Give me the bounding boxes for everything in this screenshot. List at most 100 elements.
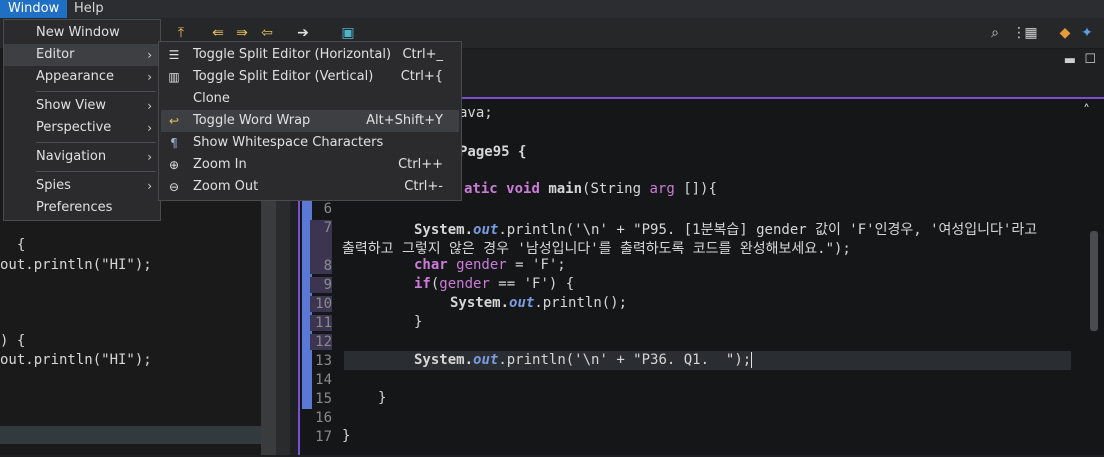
menu-item-toggle-split-horizontal[interactable]: ☰ Toggle Split Editor (Horizontal) Ctrl+… — [161, 44, 459, 66]
line-number: 8 — [310, 258, 332, 274]
code-fragment: Page95 { — [459, 144, 527, 160]
menu-item-show-view[interactable]: Show View › — [4, 95, 160, 117]
menubar: Window Help — [0, 0, 1104, 18]
maximize-icon[interactable]: ☐ — [1084, 52, 1096, 67]
code-line-15: } — [378, 390, 387, 406]
word-wrap-icon: ↩ — [168, 114, 180, 128]
back-icon[interactable]: ⇦ — [258, 24, 276, 42]
code-token: char — [414, 257, 448, 273]
zoom-in-icon: ⊕ — [168, 158, 180, 172]
menu-help[interactable]: Help — [66, 0, 112, 18]
code-token: (String — [582, 181, 650, 197]
code-line: { — [0, 237, 26, 253]
open-perspective-icon[interactable]: ▦ — [1022, 24, 1040, 42]
menu-item-label: Spies — [36, 178, 71, 193]
forward-icon[interactable]: ➔ — [294, 24, 312, 42]
menu-item-appearance[interactable]: Appearance › — [4, 66, 160, 88]
code-token: .println('\n' + "P95. [1분복습] gender 값이 '… — [498, 222, 1038, 238]
code-token: out — [509, 295, 535, 311]
code-line-13: System.out.println('\n' + "P36. Q1. ");​ — [414, 352, 753, 368]
text-cursor: ​ — [751, 352, 753, 368]
menu-item-shortcut: Ctrl+{ — [400, 69, 443, 84]
menu-item-shortcut: Ctrl+_ — [402, 47, 443, 62]
editor-submenu: ☰ Toggle Split Editor (Horizontal) Ctrl+… — [158, 41, 462, 201]
toolbar-nav-icon[interactable]: ⤒ — [172, 24, 190, 42]
menu-item-label: Zoom Out — [193, 179, 259, 194]
code-line: out.println("HI"); — [0, 352, 152, 368]
code-fragment: ava; — [459, 105, 493, 121]
minimize-icon[interactable]: ▬ — [1064, 53, 1076, 68]
code-token: == 'F') { — [489, 276, 575, 292]
menu-item-label: Toggle Split Editor (Horizontal) — [193, 47, 392, 62]
menu-item-zoom-in[interactable]: ⊕ Zoom In Ctrl++ — [161, 154, 459, 176]
line-number: 10 — [310, 296, 332, 312]
code-line-7: System.out.println('\n' + "P95. [1분복습] g… — [414, 219, 1037, 239]
back-annotation-icon[interactable]: ⇚ — [209, 24, 227, 42]
line-number: 16 — [315, 410, 332, 426]
pilcrow-icon: ¶ — [170, 136, 178, 150]
menu-item-label: New Window — [36, 25, 120, 40]
java-ee-perspective-icon[interactable]: ◆ — [1056, 24, 1074, 42]
line-number: 12 — [310, 334, 332, 350]
code-token: gender — [439, 276, 490, 292]
menu-item-shortcut: Alt+Shift+Y — [366, 113, 443, 128]
debug-perspective-icon[interactable]: ✦ — [1078, 24, 1096, 42]
menu-item-editor[interactable]: Editor › — [4, 44, 160, 66]
code-token: System. — [414, 222, 474, 238]
code-token: main — [548, 181, 583, 197]
menu-item-label: Appearance — [36, 69, 115, 84]
code-token: System. — [450, 295, 510, 311]
code-line-7-wrap: 출력하고 그렇지 않은 경우 '남성입니다'를 출력하도록 코드를 완성해보세요… — [342, 241, 851, 257]
menu-item-show-whitespace[interactable]: ¶ Show Whitespace Characters — [161, 132, 459, 154]
code-line-10: System.out.println(); — [450, 295, 627, 311]
code-line-17: } — [342, 428, 351, 444]
menu-item-label: Show View — [36, 98, 107, 113]
new-task-icon[interactable]: ▣ — [339, 24, 357, 42]
menu-window[interactable]: Window — [0, 0, 68, 18]
menu-item-label: Toggle Word Wrap — [193, 113, 311, 128]
code-token: System. — [414, 352, 474, 368]
menu-item-toggle-word-wrap[interactable]: ↩ Toggle Word Wrap Alt+Shift+Y — [161, 110, 459, 132]
menu-item-clone[interactable]: Clone — [161, 88, 459, 110]
code-token: .println(); — [534, 295, 628, 311]
menu-item-shortcut: Ctrl+- — [404, 179, 443, 194]
submenu-arrow-icon: › — [147, 179, 152, 193]
line-number: 6 — [323, 201, 332, 217]
line-number: 13 — [315, 353, 332, 369]
menu-item-label: Editor — [36, 47, 75, 62]
menu-item-new-window[interactable]: New Window — [4, 22, 160, 44]
menu-item-perspective[interactable]: Perspective › — [4, 117, 160, 139]
line-number: 17 — [315, 429, 332, 445]
code-token: if — [414, 276, 431, 292]
menu-item-label: Preferences — [36, 200, 113, 215]
collapse-icon[interactable]: ˄ — [1083, 103, 1090, 119]
menu-item-zoom-out[interactable]: ⊖ Zoom Out Ctrl+- — [161, 176, 459, 198]
line-number: 15 — [315, 391, 332, 407]
menu-item-label: Clone — [193, 91, 230, 106]
submenu-arrow-icon: › — [147, 99, 152, 113]
menu-item-preferences[interactable]: Preferences — [4, 197, 160, 219]
search-icon[interactable]: ⌕ — [986, 24, 1004, 42]
code-token: atic — [464, 181, 498, 197]
code-line-9: if(gender == 'F') { — [414, 276, 574, 292]
line-number: 11 — [310, 315, 332, 331]
line-number: 7 — [310, 220, 332, 258]
forward-annotation-icon[interactable]: ⇛ — [233, 24, 251, 42]
code-token: []){ — [674, 181, 717, 197]
menu-separator — [36, 91, 156, 92]
menu-separator — [36, 171, 156, 172]
submenu-arrow-icon: › — [147, 121, 152, 135]
code-token: arg — [649, 181, 675, 197]
menu-item-shortcut: Ctrl++ — [398, 157, 443, 172]
menu-item-toggle-split-vertical[interactable]: ▥ Toggle Split Editor (Vertical) Ctrl+{ — [161, 66, 459, 88]
code-token: out — [473, 352, 499, 368]
window-menu: New Window Editor › Appearance › Show View… — [3, 19, 161, 221]
menu-item-navigation[interactable]: Navigation › — [4, 146, 160, 168]
submenu-arrow-icon: › — [147, 48, 152, 62]
menu-item-spies[interactable]: Spies › — [4, 175, 160, 197]
vertical-scrollbar[interactable] — [1090, 231, 1098, 331]
submenu-arrow-icon: › — [147, 70, 152, 84]
code-line-11: } — [414, 314, 423, 330]
zoom-out-icon: ⊖ — [168, 180, 180, 194]
menu-item-label: Perspective — [36, 120, 112, 135]
